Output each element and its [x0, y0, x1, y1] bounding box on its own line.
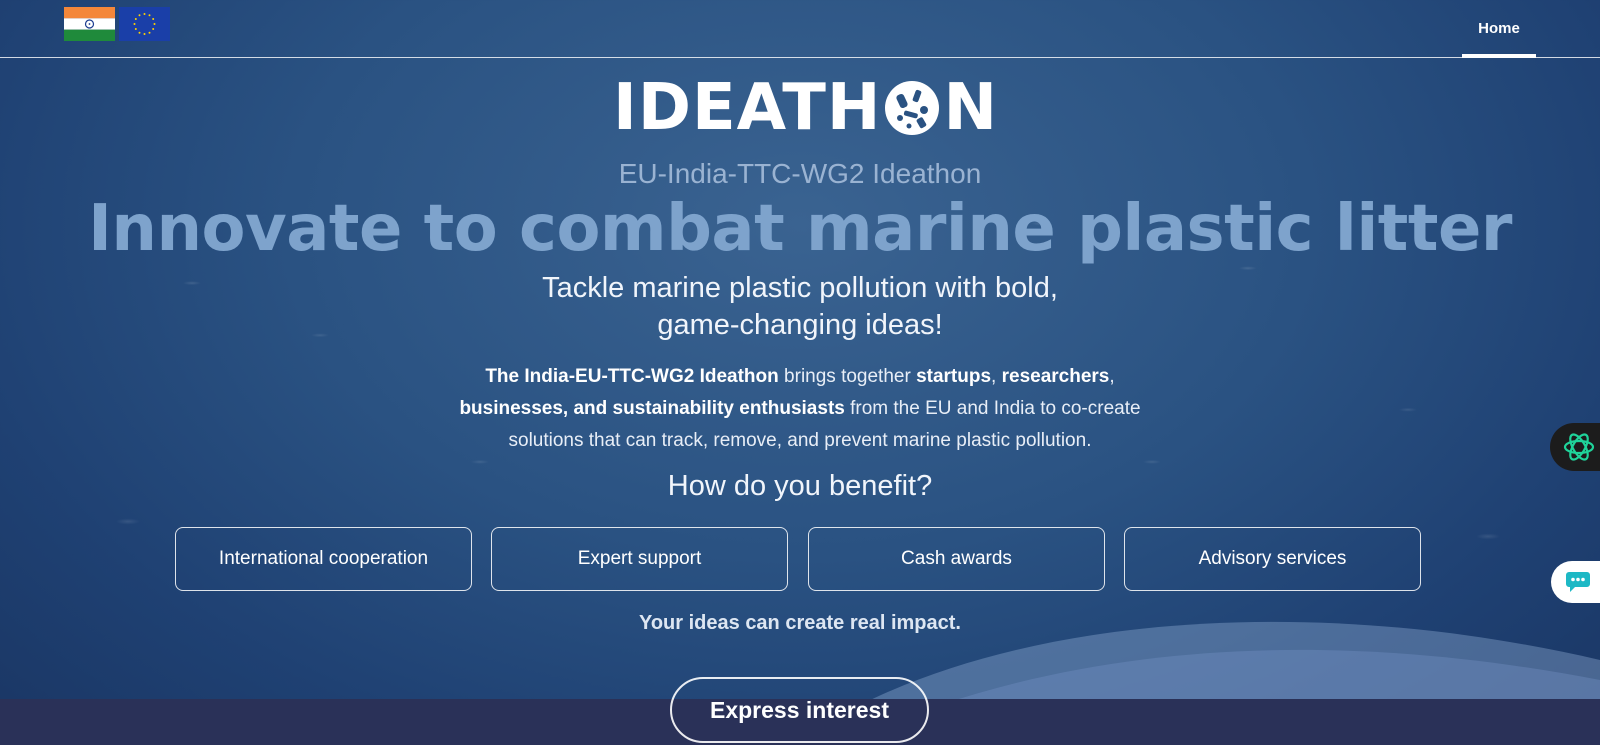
- page-headline: Innovate to combat marine plastic litter: [88, 192, 1512, 266]
- chat-widget[interactable]: [1551, 561, 1600, 603]
- benefits-list: International cooperation Expert support…: [175, 527, 1425, 593]
- benefit-advisory-services: Advisory services: [1124, 527, 1421, 591]
- india-flag-icon: [64, 7, 115, 41]
- plastic-waste-globe-icon: [885, 81, 940, 135]
- impact-statement: Your ideas can create real impact.: [638, 612, 961, 634]
- express-interest-button[interactable]: Express interest: [670, 677, 929, 743]
- ai-assistant-widget[interactable]: [1550, 423, 1600, 471]
- intro-paragraph: The India-EU-TTC-WG2 Ideathon brings tog…: [430, 361, 1170, 457]
- nav-home-link[interactable]: Home: [1462, 0, 1536, 58]
- tagline-line-1: Tackle marine plastic pollution with bol…: [542, 272, 1058, 304]
- intro-bold-ideathon: The India-EU-TTC-WG2 Ideathon: [485, 366, 779, 387]
- intro-bold-startups: startups: [916, 366, 992, 387]
- event-subtitle: EU-India-TTC-WG2 Ideathon: [618, 158, 982, 189]
- top-navigation-bar: Home: [0, 0, 1600, 58]
- eu-flag-icon: [119, 7, 170, 41]
- intro-bold-researchers: researchers: [1001, 366, 1110, 387]
- chat-icon: [1566, 572, 1590, 592]
- logo-text-end: N: [943, 71, 998, 145]
- ideathon-logo: IDEATH N: [613, 71, 998, 145]
- logo-text-start: IDEATH: [613, 71, 882, 145]
- intro-text-2: ,: [991, 366, 1002, 387]
- intro-text-3: ,: [1109, 366, 1115, 387]
- hero-tagline: Tackle marine plastic pollution with bol…: [0, 270, 1600, 344]
- benefit-expert-support: Expert support: [491, 527, 788, 591]
- benefit-international-cooperation: International cooperation: [175, 527, 472, 591]
- tagline-line-2: game-changing ideas!: [657, 309, 943, 341]
- benefits-heading: How do you benefit?: [667, 470, 933, 502]
- intro-bold-businesses: businesses, and sustainability enthusias…: [459, 398, 845, 419]
- benefit-cash-awards: Cash awards: [808, 527, 1105, 591]
- ai-assistant-icon: [1563, 433, 1595, 461]
- intro-text-1: brings together: [778, 366, 917, 387]
